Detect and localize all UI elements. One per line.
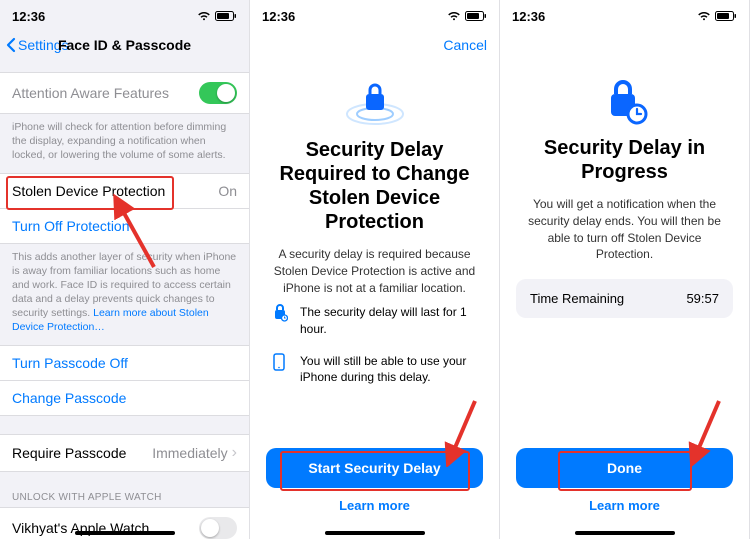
status-bar: 12:36 (250, 0, 499, 28)
battery-icon (715, 11, 737, 21)
learn-more-link[interactable]: Learn more (500, 494, 749, 517)
security-delay-required-pane: 12:36 Cancel Security Delay Required to … (250, 0, 500, 539)
turn-off-protection-button[interactable]: Turn Off Protection (0, 209, 249, 244)
hero-desc: A security delay is required because Sto… (270, 246, 479, 296)
cell-label: Change Passcode (12, 390, 126, 406)
hero-desc: You will get a notification when the sec… (520, 196, 729, 263)
battery-icon (465, 11, 487, 21)
bullet-delay-duration: The security delay will last for 1 hour. (250, 296, 499, 344)
time-remaining-label: Time Remaining (530, 291, 624, 306)
watch-toggle[interactable] (199, 517, 237, 539)
done-button[interactable]: Done (516, 448, 733, 488)
home-indicator (325, 531, 425, 535)
time-remaining-value: 59:57 (686, 291, 719, 306)
home-indicator (75, 531, 175, 535)
battery-icon (215, 11, 237, 21)
bullet-text: The security delay will last for 1 hour. (300, 304, 477, 336)
time-remaining-row: Time Remaining 59:57 (516, 279, 733, 318)
status-time: 12:36 (512, 9, 545, 24)
status-icons (697, 11, 737, 21)
hero-title: Security Delay Required to Change Stolen… (270, 138, 479, 234)
status-icons (197, 11, 237, 21)
cell-value: Immediately (152, 445, 227, 461)
cell-label: Turn Passcode Off (12, 355, 128, 371)
nav-bar: Settings Face ID & Passcode (0, 28, 249, 62)
lock-ripple-icon (270, 78, 479, 128)
lock-clock-icon (272, 304, 290, 326)
status-icons (447, 11, 487, 21)
page-title: Face ID & Passcode (0, 37, 249, 53)
cell-value: On (218, 183, 237, 199)
attention-aware-cell[interactable]: Attention Aware Features (0, 72, 249, 114)
chevron-right-icon: › (232, 444, 237, 462)
wifi-icon (447, 11, 461, 21)
home-indicator (575, 531, 675, 535)
nav-bar: Cancel (250, 28, 499, 62)
status-bar: 12:36 (0, 0, 249, 28)
bullet-text: You will still be able to use your iPhon… (300, 353, 477, 385)
attention-footer: iPhone will check for attention before d… (0, 114, 249, 173)
attention-aware-toggle[interactable] (199, 82, 237, 104)
wifi-icon (197, 11, 211, 21)
change-passcode-button[interactable]: Change Passcode (0, 381, 249, 416)
learn-more-link[interactable]: Learn more (250, 494, 499, 517)
turn-passcode-off-button[interactable]: Turn Passcode Off (0, 345, 249, 381)
cell-label: Attention Aware Features (12, 85, 169, 101)
status-time: 12:36 (12, 9, 45, 24)
watch-section-header: UNLOCK WITH APPLE WATCH (0, 484, 249, 507)
hero-title: Security Delay in Progress (520, 136, 729, 184)
cell-label: Stolen Device Protection (12, 183, 165, 199)
phone-icon (272, 353, 290, 375)
stolen-device-protection-cell[interactable]: Stolen Device Protection On (0, 173, 249, 209)
require-passcode-cell[interactable]: Require Passcode Immediately › (0, 434, 249, 472)
status-time: 12:36 (262, 9, 295, 24)
sdp-footer: This adds another layer of security when… (0, 244, 249, 345)
cell-label: Turn Off Protection (12, 218, 130, 234)
lock-clock-large-icon (520, 78, 729, 126)
start-security-delay-button[interactable]: Start Security Delay (266, 448, 483, 488)
wifi-icon (697, 11, 711, 21)
cell-label: Require Passcode (12, 445, 126, 461)
cancel-button[interactable]: Cancel (443, 37, 487, 53)
settings-pane: 12:36 Settings Face ID & Passcode Attent… (0, 0, 250, 539)
security-delay-progress-pane: 12:36 Security Delay in Progress You wil… (500, 0, 750, 539)
bullet-usable: You will still be able to use your iPhon… (250, 345, 499, 393)
status-bar: 12:36 (500, 0, 749, 28)
